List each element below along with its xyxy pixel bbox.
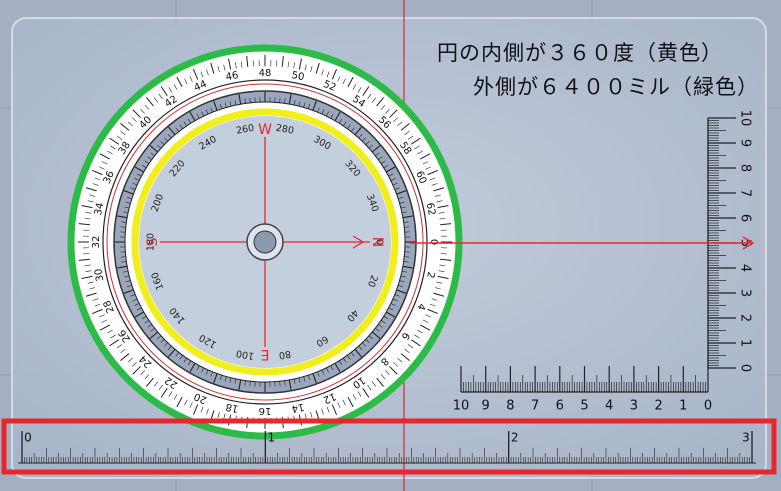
vertical-ruler-label: 4 bbox=[738, 264, 753, 272]
caption-degree-ring: 円の内側が３６０度（黄色） bbox=[437, 41, 723, 65]
horizontal-ruler-label: 4 bbox=[605, 399, 613, 414]
vertical-ruler-label: 6 bbox=[738, 214, 753, 222]
horizontal-ruler-label: 1 bbox=[679, 399, 687, 414]
bottom-ruler-label: 2 bbox=[511, 431, 519, 445]
horizontal-ruler-label: 0 bbox=[704, 399, 712, 414]
horizontal-ruler-label: 2 bbox=[654, 399, 662, 414]
mil-label: 0 bbox=[428, 239, 439, 245]
horizontal-ruler-label: 8 bbox=[506, 399, 514, 414]
cardinal-south: S bbox=[145, 237, 161, 246]
vertical-ruler-label: 2 bbox=[738, 314, 753, 322]
horizontal-ruler-label: 3 bbox=[630, 399, 638, 414]
pivot-inner bbox=[253, 230, 277, 254]
mil-label: 16 bbox=[259, 405, 272, 416]
vertical-ruler-label: 0 bbox=[738, 364, 753, 372]
cardinal-west: W bbox=[258, 122, 272, 138]
horizontal-ruler-label: 10 bbox=[453, 399, 470, 414]
vertical-ruler-label: 3 bbox=[738, 289, 753, 297]
bottom-ruler-label: 3 bbox=[742, 431, 750, 445]
caption-mil-ring: 外側が６４００ミル（緑色） bbox=[473, 75, 759, 99]
horizontal-ruler-label: 7 bbox=[531, 399, 539, 414]
degree-label: 80 bbox=[278, 348, 292, 361]
horizontal-ruler-label: 9 bbox=[482, 399, 490, 414]
mil-label: 32 bbox=[91, 236, 102, 249]
vertical-ruler-label: 9 bbox=[738, 139, 753, 147]
bottom-ruler-label: 0 bbox=[24, 431, 32, 445]
mil-label: 48 bbox=[259, 68, 272, 79]
horizontal-ruler-label: 5 bbox=[580, 399, 588, 414]
vertical-ruler-label: 1 bbox=[738, 339, 753, 347]
vertical-ruler-label: 10 bbox=[738, 110, 753, 127]
bottom-ruler-label: 1 bbox=[268, 431, 276, 445]
vertical-ruler-label: 8 bbox=[738, 164, 753, 172]
cardinal-north: N bbox=[369, 237, 385, 247]
vertical-ruler-label: 7 bbox=[738, 189, 753, 197]
horizontal-ruler-label: 6 bbox=[556, 399, 564, 414]
cardinal-east: E bbox=[261, 346, 270, 362]
compass-dial[interactable]: 0246810121416182022242628303234363840424… bbox=[67, 44, 463, 440]
